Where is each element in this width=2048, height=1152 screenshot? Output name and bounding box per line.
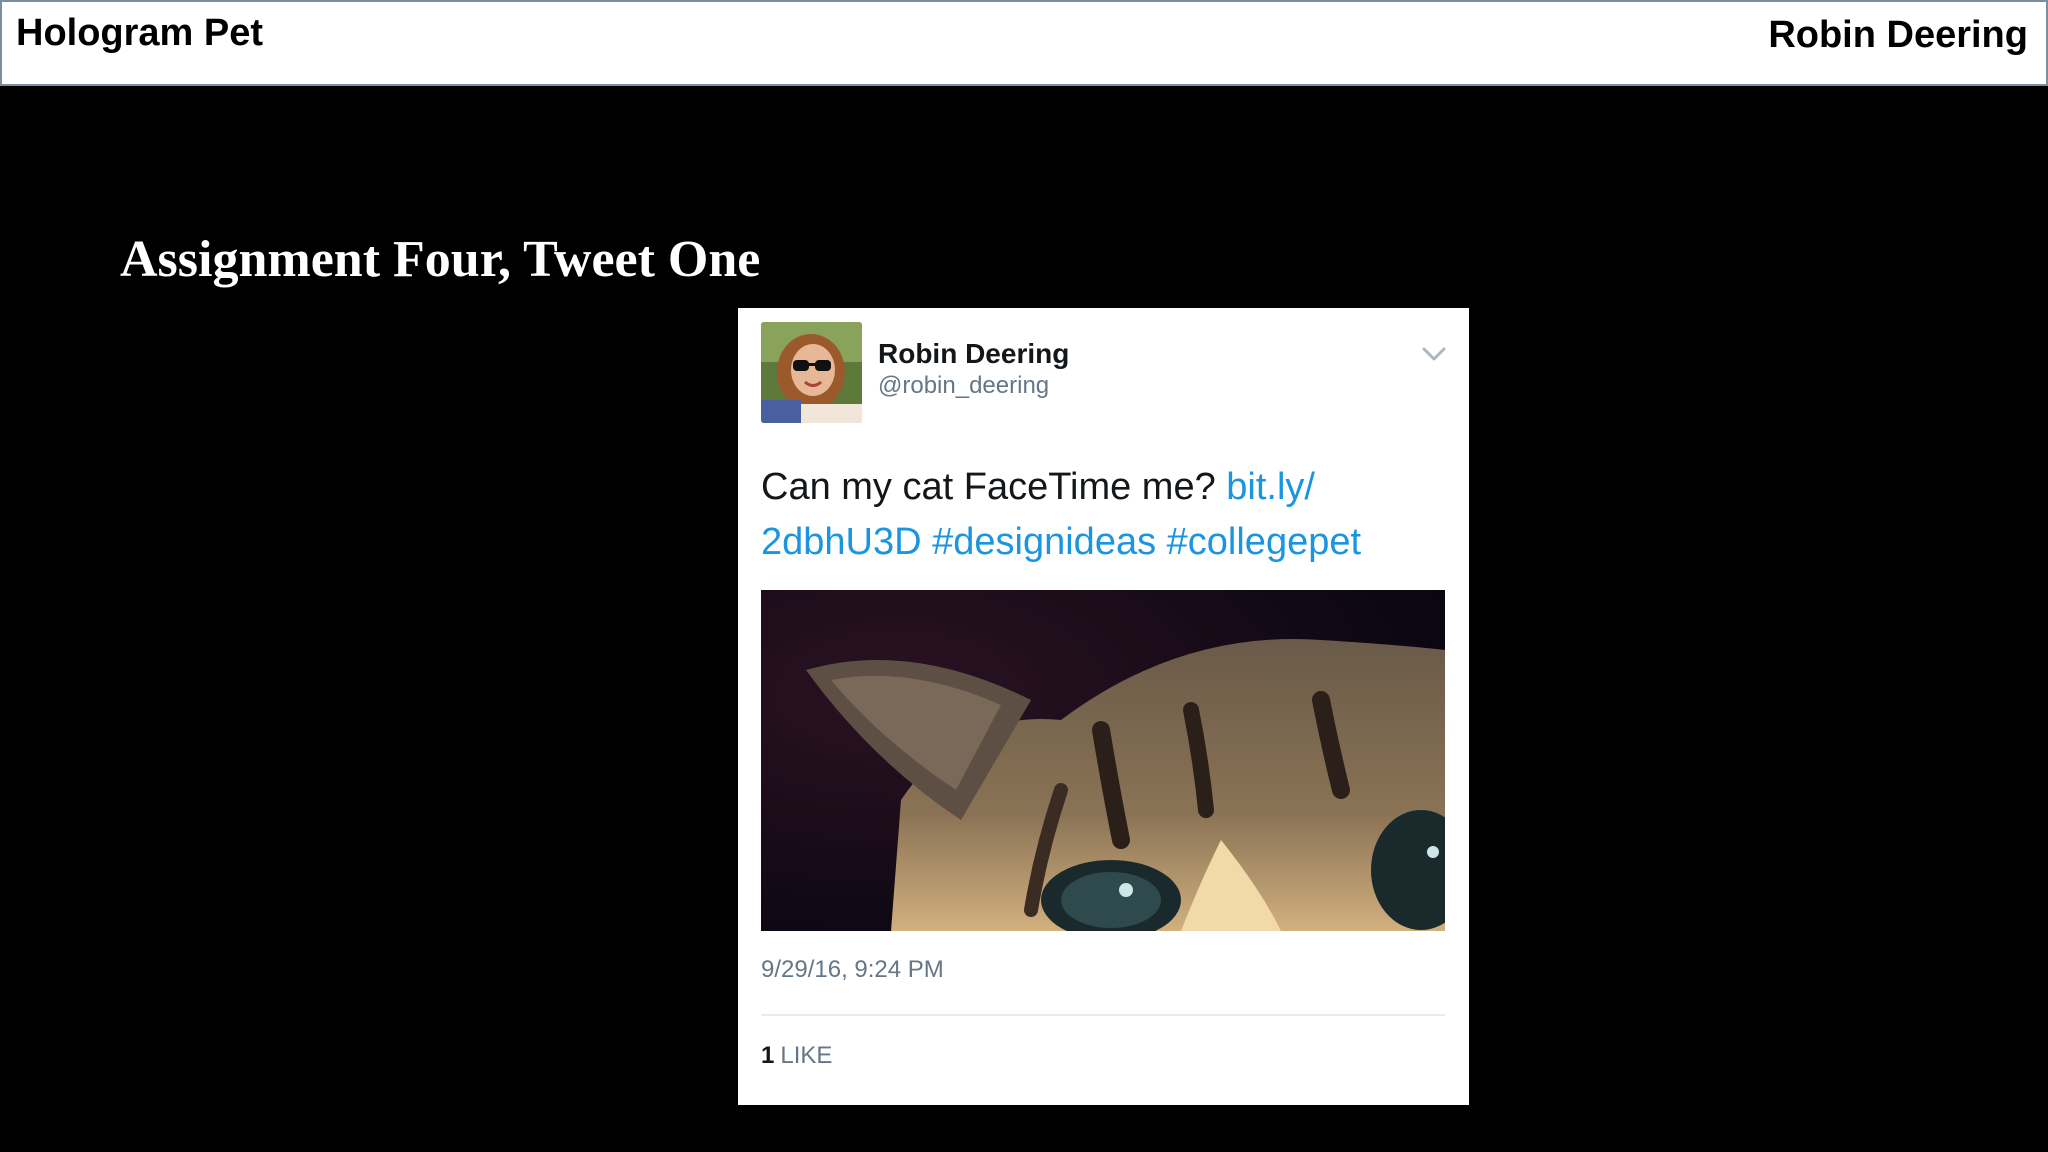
tweet-text: Can my cat FaceTime me? bit.ly/2dbhU3D #… xyxy=(761,460,1451,570)
avatar[interactable] xyxy=(761,322,862,423)
presentation-title: Hologram Pet xyxy=(16,12,264,54)
tweet-short-link-part-2[interactable]: 2dbhU3D xyxy=(761,521,922,563)
tweet-short-link-part-1[interactable]: bit.ly/ xyxy=(1226,466,1315,508)
tweet-photo[interactable] xyxy=(761,590,1445,931)
tweet-likes[interactable]: 1 LIKE xyxy=(761,1042,832,1070)
like-label: LIKE xyxy=(780,1042,833,1069)
divider xyxy=(761,1014,1445,1016)
author-name: Robin Deering xyxy=(1768,14,2028,56)
like-count: 1 xyxy=(761,1042,775,1069)
tweet-card: Robin Deering @robin_deering Can my cat … xyxy=(738,308,1469,1105)
tweet-text-plain: Can my cat FaceTime me? xyxy=(761,466,1227,508)
hashtag-collegepet[interactable]: #collegepet xyxy=(1167,521,1361,563)
chevron-down-icon[interactable] xyxy=(1421,344,1447,364)
hashtag-designideas[interactable]: #designideas xyxy=(932,521,1156,563)
slide-header: Hologram Pet Robin Deering xyxy=(0,0,2048,86)
tweet-handle[interactable]: @robin_deering xyxy=(878,372,1049,400)
tweet-timestamp[interactable]: 9/29/16, 9:24 PM xyxy=(761,956,944,984)
slide-title: Assignment Four, Tweet One xyxy=(120,231,761,288)
tweet-display-name[interactable]: Robin Deering xyxy=(878,338,1069,370)
